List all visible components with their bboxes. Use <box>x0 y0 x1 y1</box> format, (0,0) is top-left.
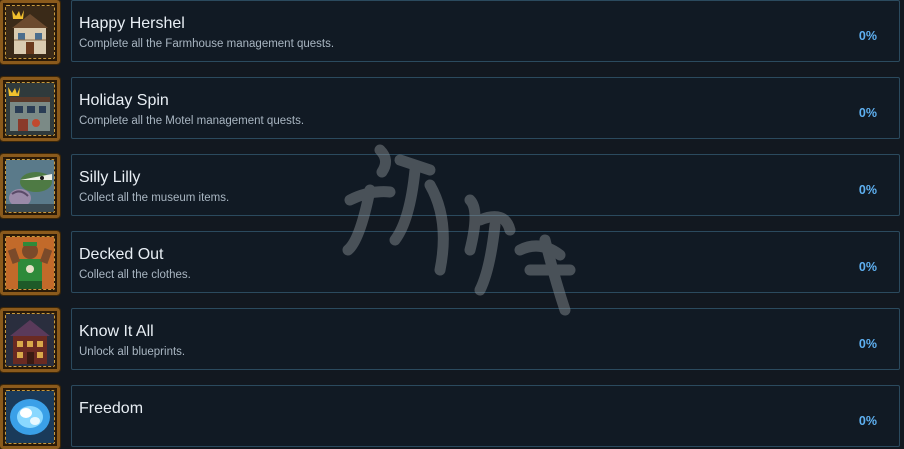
achievement-title: Happy Hershel <box>79 15 185 32</box>
achievement-description: Unlock all blueprints. <box>79 346 186 358</box>
achievement-percent: 0% <box>858 337 877 351</box>
motel-icon <box>0 76 61 142</box>
achievement-card: Freedom 0% <box>71 385 900 447</box>
achievement-row[interactable]: Freedom 0% <box>0 384 904 449</box>
museum-creature-icon <box>0 153 61 219</box>
achievement-title: Know It All <box>79 323 154 340</box>
achievement-row[interactable]: Happy Hershel Complete all the Farmhouse… <box>0 0 904 65</box>
achievement-percent: 0% <box>858 29 877 43</box>
achievement-card: Know It All Unlock all blueprints. 0% <box>71 308 900 370</box>
achievement-title: Holiday Spin <box>79 92 169 109</box>
outfit-character-icon <box>0 230 61 296</box>
blue-eye-icon <box>0 384 61 449</box>
farmhouse-icon <box>0 0 61 65</box>
achievement-card: Silly Lilly Collect all the museum items… <box>71 154 900 216</box>
achievement-title: Silly Lilly <box>79 169 141 186</box>
achievement-row[interactable]: Decked Out Collect all the clothes. 0% <box>0 230 904 296</box>
achievement-description: Complete all the Motel management quests… <box>79 115 305 127</box>
achievement-title: Decked Out <box>79 246 164 263</box>
achievement-percent: 0% <box>858 183 877 197</box>
achievement-card: Holiday Spin Complete all the Motel mana… <box>71 77 900 139</box>
achievement-card: Decked Out Collect all the clothes. 0% <box>71 231 900 293</box>
achievement-card: Happy Hershel Complete all the Farmhouse… <box>71 0 900 62</box>
blueprint-house-icon <box>0 307 61 373</box>
achievement-title: Freedom <box>79 400 144 417</box>
achievement-row[interactable]: Know It All Unlock all blueprints. 0% <box>0 307 904 373</box>
achievement-percent: 0% <box>858 106 877 120</box>
achievement-description: Collect all the museum items. <box>79 192 230 204</box>
achievement-percent: 0% <box>858 260 877 274</box>
achievement-percent: 0% <box>858 414 877 428</box>
achievement-description: Collect all the clothes. <box>79 269 191 281</box>
achievement-row[interactable]: Silly Lilly Collect all the museum items… <box>0 153 904 219</box>
achievement-row[interactable]: Holiday Spin Complete all the Motel mana… <box>0 76 904 142</box>
achievement-description: Complete all the Farmhouse management qu… <box>79 38 335 50</box>
